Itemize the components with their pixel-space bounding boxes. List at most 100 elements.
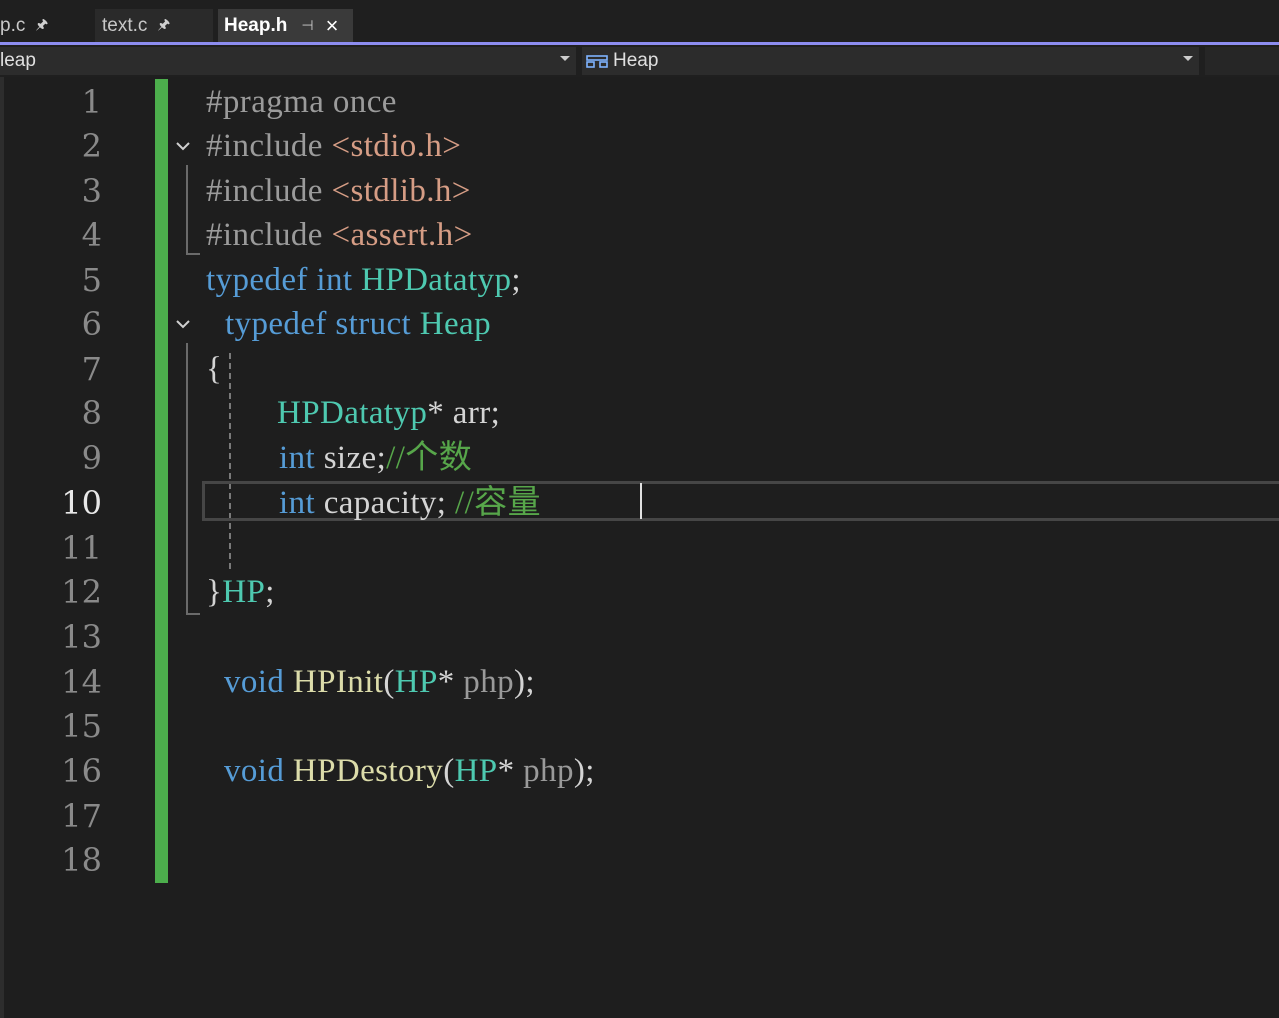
code-token: <assert.h>: [331, 217, 473, 253]
class-icon: [586, 55, 608, 68]
pin-icon[interactable]: 🖈: [157, 14, 170, 38]
code-token: //个数: [386, 440, 473, 476]
line-number: 18: [61, 841, 102, 879]
project-dropdown-value: leap: [0, 50, 36, 71]
tab-heap-h[interactable]: Heap.h ⊣ ×: [218, 9, 353, 42]
editor-left-margin: [0, 77, 4, 1018]
code-line[interactable]: void HPDestory(HP* php);: [224, 749, 595, 793]
chevron-down-icon: [560, 56, 570, 61]
code-line[interactable]: void HPInit(HP* php);: [224, 660, 535, 704]
outline-guide: [186, 343, 188, 615]
code-token: HP: [394, 664, 438, 700]
pin-icon[interactable]: 🖈: [35, 14, 48, 38]
line-number: 17: [61, 797, 102, 835]
code-token: * arr;: [427, 395, 501, 431]
code-token: #include: [206, 217, 332, 253]
code-token: {: [206, 351, 223, 387]
code-line[interactable]: typedef int HPDatatyp;: [206, 258, 521, 302]
outline-guide: [186, 613, 200, 615]
code-token: //容量: [455, 485, 541, 521]
indent-guide: [229, 353, 231, 569]
code-token: <stdlib.h>: [331, 173, 471, 209]
code-line[interactable]: #include <stdlib.h>: [206, 169, 471, 213]
code-token: int: [279, 485, 324, 521]
line-number: 5: [81, 261, 102, 299]
code-line[interactable]: #include <assert.h>: [206, 213, 473, 257]
line-number: 3: [81, 172, 102, 210]
code-token: #include: [206, 128, 332, 164]
code-token: <stdio.h>: [331, 128, 462, 164]
code-token: #pragma once: [206, 84, 397, 120]
code-token: (: [383, 664, 395, 700]
code-token: php: [523, 753, 574, 789]
text-caret: [640, 483, 642, 519]
project-dropdown[interactable]: leap: [0, 47, 576, 75]
navigation-bar: leap Heap: [0, 45, 1279, 77]
code-token: HP: [454, 753, 498, 789]
code-token: *: [497, 753, 524, 789]
code-line[interactable]: #include <stdio.h>: [206, 124, 461, 168]
code-token: typedef: [225, 306, 336, 342]
code-token: HPDestory: [292, 753, 444, 789]
tab-p-c[interactable]: p.c 🖈: [0, 9, 90, 42]
code-token: size;: [323, 440, 387, 476]
code-token: struct: [335, 306, 420, 342]
code-token: #include: [206, 173, 332, 209]
code-line[interactable]: int capacity; //容量: [279, 481, 541, 525]
code-token: ;: [265, 574, 275, 610]
code-token: HPDatatyp: [361, 262, 512, 298]
code-token: *: [437, 664, 464, 700]
code-line[interactable]: int size;//个数: [279, 436, 472, 480]
line-number: 12: [61, 573, 102, 611]
line-number: 8: [81, 394, 102, 432]
line-number: 13: [61, 618, 102, 656]
code-token: ;: [511, 262, 521, 298]
tab-text-c[interactable]: text.c 🖈: [95, 9, 213, 42]
code-token: php: [463, 664, 514, 700]
outline-guide: [186, 165, 188, 255]
code-token: (: [443, 753, 455, 789]
code-token: Heap: [419, 306, 492, 342]
code-line[interactable]: }HP;: [206, 570, 275, 614]
line-number: 10: [61, 484, 102, 522]
line-number: 15: [61, 707, 102, 745]
code-token: void: [224, 664, 293, 700]
line-number: 9: [81, 439, 102, 477]
change-tracking-bar: [155, 79, 168, 883]
code-token: int: [279, 440, 324, 476]
outline-guide: [186, 253, 200, 255]
tab-label: p.c: [0, 14, 26, 36]
code-token: }: [206, 574, 223, 610]
tab-label: text.c: [102, 14, 148, 36]
tab-label: Heap.h: [224, 14, 288, 36]
code-line[interactable]: #pragma once: [206, 80, 397, 124]
line-number: 2: [81, 127, 102, 165]
line-number: 11: [61, 529, 102, 567]
line-number: 4: [81, 216, 102, 254]
code-token: HPDatatyp: [277, 395, 428, 431]
line-number: 14: [61, 663, 102, 701]
code-token: HPInit: [292, 664, 384, 700]
collapse-chevron-icon[interactable]: [176, 317, 190, 331]
line-number: 1: [81, 83, 102, 121]
unpin-icon[interactable]: ⊣: [301, 17, 313, 34]
code-token: int: [316, 262, 362, 298]
line-number: 16: [61, 752, 102, 790]
scope-dropdown-value: Heap: [613, 50, 659, 71]
collapse-chevron-icon[interactable]: [176, 139, 190, 153]
line-number: 6: [81, 305, 102, 343]
code-token: );: [514, 664, 535, 700]
code-line[interactable]: typedef struct Heap: [225, 302, 491, 346]
code-token: void: [224, 753, 293, 789]
close-icon[interactable]: ×: [326, 14, 339, 37]
code-token: HP: [222, 574, 266, 610]
code-token: );: [573, 753, 595, 789]
code-editor[interactable]: 1 2 3 4 5 6 7 8 9 10 11 12 13 14 15 16 17 18 #pragma once…: [0, 77, 1279, 1018]
line-number: 7: [81, 350, 102, 388]
code-token: capacity;: [323, 485, 456, 521]
code-line[interactable]: {: [206, 347, 222, 391]
member-dropdown[interactable]: [1205, 47, 1279, 75]
code-line[interactable]: HPDatatyp* arr;: [277, 391, 500, 435]
scope-dropdown[interactable]: Heap: [582, 47, 1199, 75]
document-tab-strip: p.c 🖈 text.c 🖈 Heap.h ⊣ ×: [0, 0, 1279, 42]
